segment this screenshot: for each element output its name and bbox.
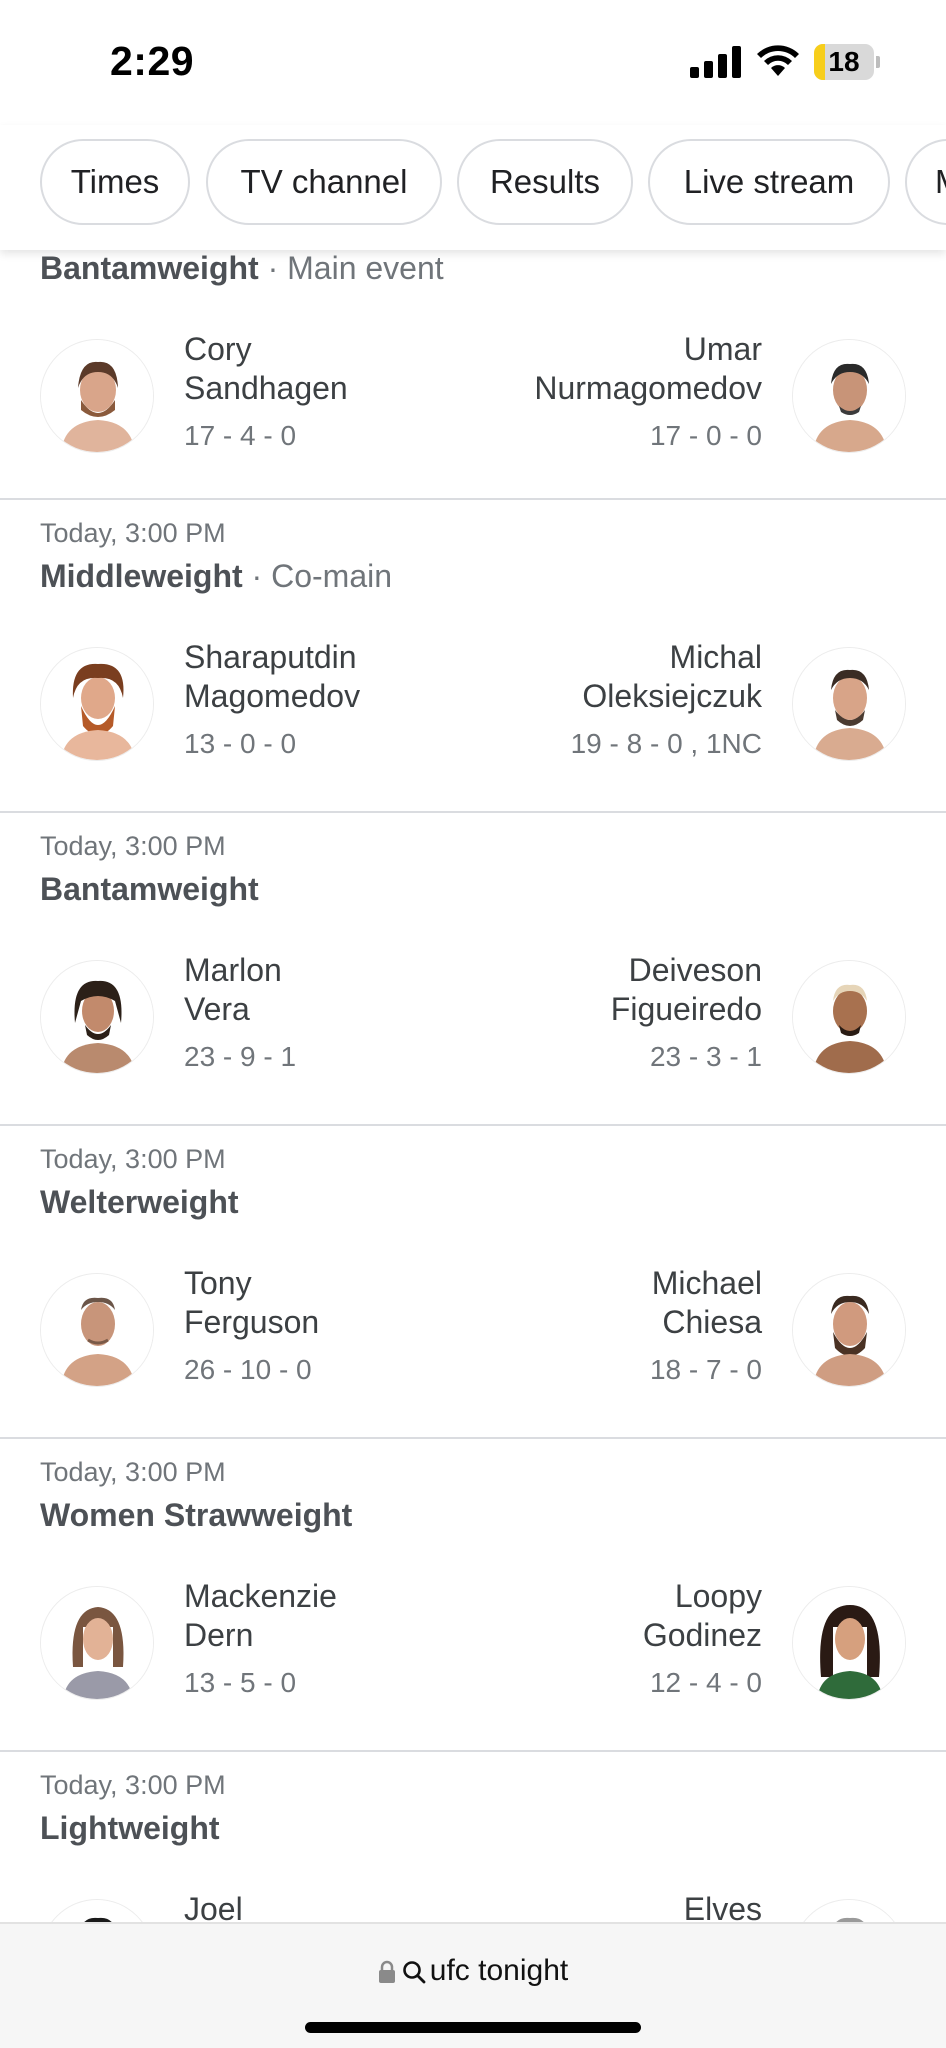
fighter-avatar-left[interactable] xyxy=(40,960,154,1074)
fighter-record-right: 12 - 4 - 0 xyxy=(649,1667,762,1698)
fighter-record-left: 26 - 10 - 0 xyxy=(184,1354,312,1385)
fighter-record-right: 17 - 0 - 0 xyxy=(649,420,762,451)
weight-class: Women Strawweight xyxy=(40,1497,353,1533)
status-time: 2:29 xyxy=(110,38,195,84)
fight-list: Bantamweight · Main event Cory Sandhagen … xyxy=(0,250,946,1922)
fighter-record-right: 19 - 8 - 0 , 1NC xyxy=(570,728,762,759)
fighter-avatar-right[interactable] xyxy=(792,339,906,453)
weight-class: Bantamweight xyxy=(40,871,259,907)
fighter-avatar-right[interactable] xyxy=(792,1273,906,1387)
fighter-name-left: Cory Sandhagen xyxy=(184,331,348,406)
fighter-name-right: Loopy Godinez xyxy=(642,1578,762,1653)
fighter-avatar-right[interactable] xyxy=(792,1586,906,1700)
address-field[interactable]: ufc tonight xyxy=(0,1954,946,1988)
fighter-name-left: Marlon Vera xyxy=(184,952,282,1027)
fight-time: Today, 3:00 PM xyxy=(40,1770,226,1800)
fighter-avatar-left[interactable] xyxy=(40,647,154,761)
chip-times[interactable]: Times xyxy=(40,139,190,225)
fighter-name-left: Tony Ferguson xyxy=(184,1265,320,1340)
fighter-avatar-left[interactable] xyxy=(40,1899,154,1922)
fighter-avatar-left[interactable] xyxy=(40,1273,154,1387)
battery-icon: 18 xyxy=(814,44,880,80)
status-bar: 2:29 18 xyxy=(0,0,946,125)
weight-class: Welterweight xyxy=(40,1184,239,1220)
chip-tv-channel[interactable]: TV channel xyxy=(206,139,442,225)
fighter-record-left: 13 - 5 - 0 xyxy=(184,1667,297,1698)
fight-card[interactable]: Today, 3:00 PM Middleweight · Co-main Sh… xyxy=(0,500,946,813)
fighter-record-right: 23 - 3 - 1 xyxy=(649,1041,762,1072)
weight-class: Lightweight xyxy=(40,1810,220,1846)
home-indicator[interactable] xyxy=(305,2022,641,2033)
fighter-record-left: 13 - 0 - 0 xyxy=(184,728,297,759)
weight-class: Middleweight · Co-main xyxy=(40,558,393,594)
fighter-avatar-left[interactable] xyxy=(40,339,154,453)
chip-bar: Times TV channel Results Live stream M xyxy=(0,125,946,250)
chip-more[interactable]: M xyxy=(905,139,946,225)
fight-time: Today, 3:00 PM xyxy=(40,1457,226,1487)
lock-icon xyxy=(378,1960,395,1984)
address-bar: ufc tonight xyxy=(0,1922,946,2048)
fighter-avatar-right[interactable] xyxy=(792,960,906,1074)
fighter-avatar-left[interactable] xyxy=(40,1586,154,1700)
fighter-name-right: Michal Oleksiejczuk xyxy=(582,639,762,714)
fight-time: Today, 3:00 PM xyxy=(40,1144,226,1174)
wifi-icon xyxy=(757,45,799,76)
fight-time: Today, 3:00 PM xyxy=(40,831,226,861)
fighter-name-right: Umar Nurmagomedov xyxy=(534,331,762,406)
cellular-signal-icon xyxy=(690,46,742,78)
chip-live-stream[interactable]: Live stream xyxy=(648,139,890,225)
battery-level: 18 xyxy=(828,46,860,77)
fight-time: Today, 3:00 PM xyxy=(40,518,226,548)
fighter-name-left: Mackenzie Dern xyxy=(184,1578,337,1653)
search-icon xyxy=(402,1961,426,1984)
fighter-name-left: Sharaputdin Magomedov xyxy=(184,639,361,714)
fighter-name-left: Joel xyxy=(184,1891,243,1922)
chip-results[interactable]: Results xyxy=(457,139,633,225)
fighter-name-right: Deiveson Figueiredo xyxy=(610,952,762,1027)
fighter-record-right: 18 - 7 - 0 xyxy=(649,1354,762,1385)
weight-class: Bantamweight · Main event xyxy=(40,250,444,286)
fight-card[interactable]: Today, 3:00 PM Women Strawweight Mackenz… xyxy=(0,1439,946,1752)
fighter-avatar-right[interactable] xyxy=(792,1899,906,1922)
search-query: ufc tonight xyxy=(429,1954,569,1987)
fighter-name-right: Elves xyxy=(683,1891,762,1922)
fight-card[interactable]: Today, 3:00 PM Lightweight Joel Elves xyxy=(0,1752,946,1922)
fighter-avatar-right[interactable] xyxy=(792,647,906,761)
fight-card[interactable]: Today, 3:00 PM Bantamweight Marlon Vera 2… xyxy=(0,813,946,1126)
fight-card[interactable]: Today, 3:00 PM Welterweight Tony Ferguson… xyxy=(0,1126,946,1439)
fighter-name-right: Michael Chiesa xyxy=(651,1265,762,1340)
fight-card[interactable]: Bantamweight · Main event Cory Sandhagen … xyxy=(0,250,946,500)
fighter-record-left: 17 - 4 - 0 xyxy=(184,420,297,451)
fighter-record-left: 23 - 9 - 1 xyxy=(184,1041,297,1072)
